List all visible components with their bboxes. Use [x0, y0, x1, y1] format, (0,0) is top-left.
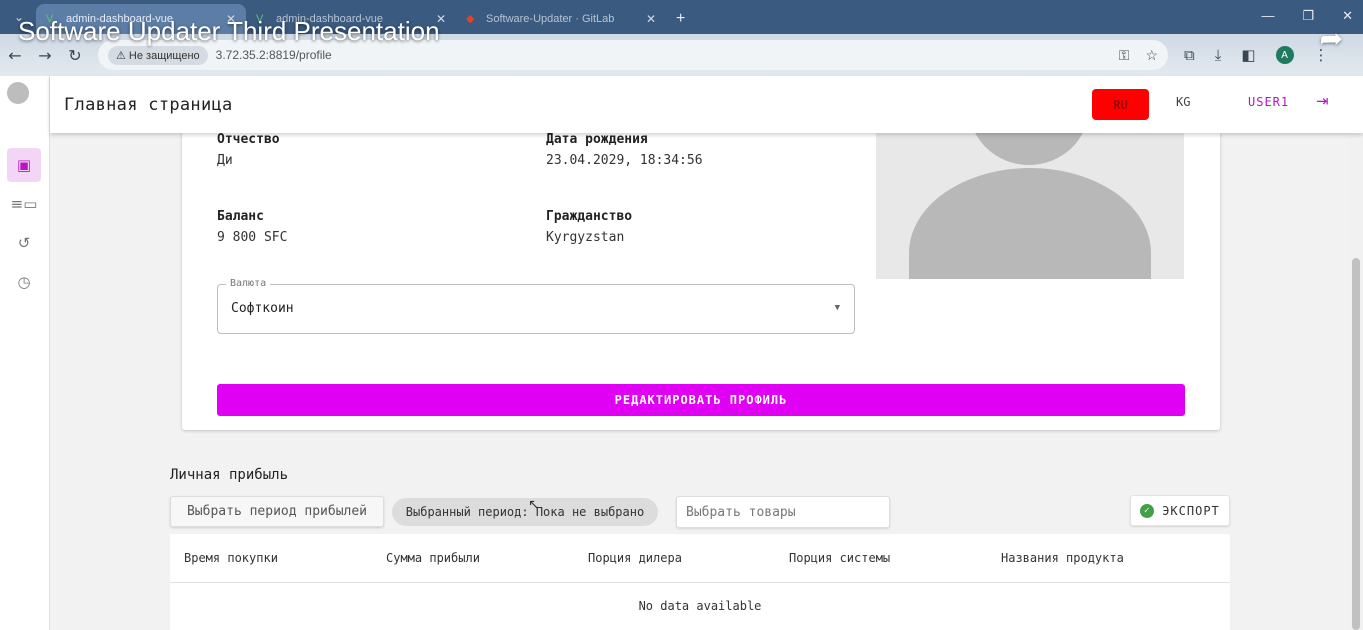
- gitlab-icon: ◆: [466, 13, 475, 25]
- security-warning-chip[interactable]: ⚠ Не защищено: [108, 45, 208, 65]
- profile-avatar[interactable]: A: [1275, 46, 1294, 64]
- video-title: Software Updater Third Presentation: [18, 16, 440, 46]
- column-header[interactable]: Порция системы: [789, 551, 890, 565]
- nav-rail: ▣ ≡▭ ↺ ◷: [0, 76, 50, 630]
- user-menu-button[interactable]: USER1: [1248, 95, 1289, 109]
- currency-label: Валюта: [226, 278, 271, 289]
- edit-profile-button[interactable]: РЕДАКТИРОВАТЬ ПРОФИЛЬ: [217, 384, 1185, 416]
- balance-value: 9 800 SFC: [217, 230, 288, 245]
- export-label: ЭКСПОРТ: [1162, 503, 1220, 518]
- lang-ru-button[interactable]: RU: [1092, 89, 1149, 120]
- citizenship-field: Гражданство Kyrgyzstan: [546, 209, 632, 245]
- select-period-button[interactable]: Выбрать период прибылей: [170, 496, 384, 527]
- new-tab-button[interactable]: +: [666, 10, 695, 34]
- page-scrollbar[interactable]: [1349, 76, 1363, 630]
- citizenship-label: Гражданство: [546, 209, 633, 224]
- product-select-input[interactable]: Выбрать товары: [676, 496, 890, 528]
- close-tab-icon[interactable]: ✕: [646, 12, 656, 26]
- profit-section-title: Личная прибыль: [170, 467, 289, 483]
- history-nav-icon[interactable]: ↺: [7, 226, 41, 260]
- check-circle-icon: ✓: [1140, 503, 1155, 518]
- column-header[interactable]: Сумма прибыли: [386, 551, 480, 565]
- birthdate-label: Дата рождения: [546, 132, 648, 147]
- column-header[interactable]: Время покупки: [184, 551, 278, 565]
- profile-card: Отчество Ди Дата рождения 23.04.2029, 18…: [182, 110, 1220, 430]
- export-button[interactable]: ✓ ЭКСПОРТ: [1130, 495, 1230, 526]
- security-label: Не защищено: [128, 49, 200, 62]
- lang-kg-button[interactable]: KG: [1176, 95, 1190, 109]
- clock-nav-icon[interactable]: ◷: [7, 265, 41, 299]
- back-icon[interactable]: ←: [0, 46, 30, 65]
- money-nav-icon[interactable]: ≡▭: [7, 187, 41, 221]
- minimize-icon[interactable]: —: [1261, 8, 1274, 24]
- profile-photo-placeholder: [876, 110, 1184, 279]
- mouse-cursor-icon: ↖: [528, 497, 540, 513]
- close-window-icon[interactable]: ✕: [1342, 8, 1353, 24]
- currency-select[interactable]: Валюта Софткоин ▼: [217, 278, 855, 334]
- share-icon[interactable]: ➦: [1320, 22, 1343, 55]
- table-header: Время покупки Сумма прибыли Порция дилер…: [170, 534, 1230, 583]
- tab-title: Software-Updater · GitLab: [486, 13, 615, 25]
- birthdate-value: 23.04.2029, 18:34:56: [546, 153, 703, 168]
- maximize-icon[interactable]: ❐: [1302, 8, 1314, 24]
- column-header[interactable]: Названия продукта: [1001, 551, 1124, 565]
- password-key-icon[interactable]: ⚿: [1119, 47, 1130, 64]
- currency-value: Софткоин: [231, 301, 294, 316]
- app-header: Главная страница RU KG USER1 ⇥: [50, 76, 1363, 133]
- patronymic-field: Отчество Ди: [217, 132, 280, 168]
- balance-field: Баланс 9 800 SFC: [217, 209, 287, 245]
- avatar-body-shape: [909, 168, 1151, 279]
- scrollbar-thumb[interactable]: [1352, 258, 1360, 630]
- sidepanel-icon[interactable]: ◧: [1241, 46, 1255, 64]
- profit-table: Время покупки Сумма прибыли Порция дилер…: [170, 534, 1230, 630]
- reload-icon[interactable]: ↻: [60, 46, 90, 65]
- url-text: 3.72.35.2:8819/profile: [215, 48, 332, 62]
- patronymic-value: Ди: [217, 153, 233, 168]
- download-icon[interactable]: ⤓: [1215, 46, 1222, 64]
- profile-nav-icon[interactable]: ▣: [7, 148, 41, 182]
- user-avatar[interactable]: [7, 82, 29, 104]
- bookmark-star-icon[interactable]: ☆: [1145, 47, 1158, 64]
- citizenship-value: Kyrgyzstan: [546, 230, 625, 245]
- no-data-message: No data available: [638, 599, 762, 613]
- logout-icon[interactable]: ⇥: [1316, 92, 1329, 110]
- browser-tab-3[interactable]: ◆ Software-Updater · GitLab ✕: [456, 4, 666, 34]
- birthdate-field: Дата рождения 23.04.2029, 18:34:56: [546, 132, 703, 168]
- patronymic-label: Отчество: [217, 132, 280, 147]
- column-header[interactable]: Порция дилера: [588, 551, 682, 565]
- balance-label: Баланс: [217, 209, 264, 224]
- forward-icon[interactable]: →: [30, 46, 60, 65]
- page-title: Главная страница: [64, 94, 233, 115]
- extensions-icon[interactable]: ⧉: [1184, 46, 1195, 64]
- dropdown-arrow-icon[interactable]: ▼: [835, 303, 840, 313]
- selected-period-chip: Выбранный период: Пока не выбрано: [392, 498, 658, 526]
